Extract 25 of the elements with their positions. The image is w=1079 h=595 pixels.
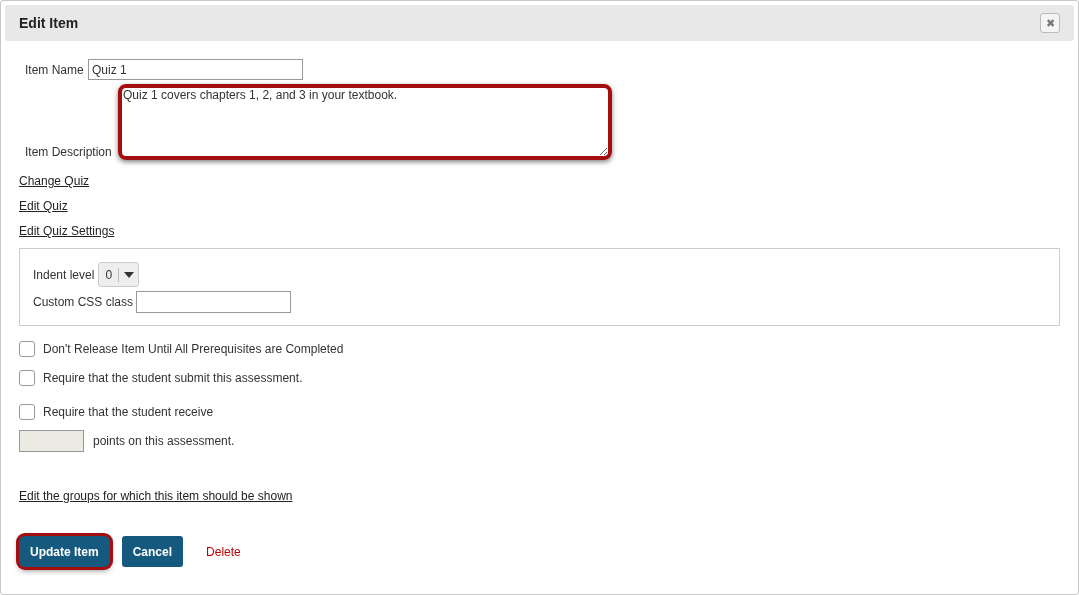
checkbox-label: Require that the student receive — [43, 404, 214, 421]
item-name-field[interactable]: Quiz 1 — [88, 59, 303, 80]
indent-level-dropdown[interactable]: 0 — [98, 262, 140, 287]
points-label: points on this assessment. — [93, 433, 235, 450]
link[interactable]: Edit Quiz — [19, 197, 68, 215]
edit-groups-link[interactable]: Edit the groups for which this item should be shown — [19, 487, 293, 505]
checkbox-label: Don't Release Item Until All Prerequisites are Completed — [43, 341, 344, 358]
field-label: Item Description — [25, 144, 113, 161]
action-button[interactable]: Update Item — [19, 536, 110, 567]
field-label: Item Name — [25, 61, 85, 79]
action-button[interactable]: Cancel — [121, 536, 184, 567]
link[interactable]: Edit Quiz Settings — [19, 222, 115, 240]
delete-link[interactable]: Delete — [195, 536, 252, 567]
field-label: Custom CSS class — [33, 294, 134, 311]
checkbox-label: Require that the student submit this assessment. — [43, 370, 303, 387]
caret-icon — [124, 271, 135, 278]
checkbox[interactable] — [19, 370, 35, 386]
item-description-field[interactable]: Quiz 1 covers chapters 1, 2, and 3 in your textbook. — [118, 84, 612, 160]
checkbox[interactable] — [19, 341, 35, 357]
checkbox[interactable] — [19, 404, 35, 420]
link[interactable]: Change Quiz — [19, 172, 90, 190]
css-class-field[interactable] — [136, 291, 292, 313]
close-button[interactable]: ✖ — [1040, 13, 1060, 33]
field-label: Indent level — [33, 266, 95, 284]
dialog-title: Edit Item — [19, 13, 79, 33]
